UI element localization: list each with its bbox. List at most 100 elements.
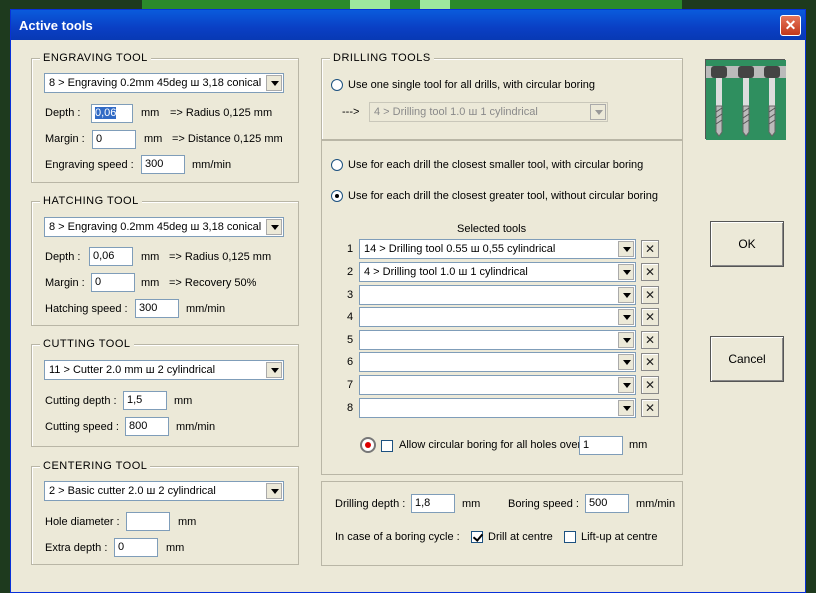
engraving-speed-input[interactable]: 300 [141,155,185,174]
chevron-down-icon[interactable] [618,332,634,348]
row-number: 8 [347,402,354,414]
drill-depth-label: Drilling depth : [335,498,406,510]
drill-depth-input[interactable]: 1,8 [411,494,455,513]
hatching-tool-select[interactable]: 8 > Engraving 0.2mm 45deg ш 3,18 conical [44,217,284,237]
centering-hole-label: Hole diameter : [45,516,120,528]
option-greater-tool-label[interactable]: Use for each drill the closest greater t… [348,190,658,202]
cutting-depth-unit: mm [174,395,193,407]
row-number: 3 [347,289,354,301]
cutting-speed-unit: mm/min [176,421,216,433]
selected-tool-select[interactable] [359,330,636,350]
drill-centre-checkbox[interactable] [471,531,483,543]
chevron-down-icon[interactable] [590,104,606,120]
hatching-speed-label: Hatching speed : [45,303,128,315]
hatching-tool-value: 8 > Engraving 0.2mm 45deg ш 3,18 conical [49,221,262,233]
remove-tool-button[interactable]: ✕ [641,286,659,304]
remove-tool-button[interactable]: ✕ [641,240,659,258]
centering-tool-value: 2 > Basic cutter 2.0 ш 2 cylindrical [49,485,216,497]
engraving-tool-select[interactable]: 8 > Engraving 0.2mm 45deg ш 3,18 conical [44,73,284,93]
engraving-margin-input[interactable]: 0 [92,130,136,149]
chevron-down-icon[interactable] [266,362,282,378]
liftup-centre-checkbox[interactable] [564,531,576,543]
centering-extra-unit: mm [166,542,185,554]
engraving-tool-group: ENGRAVING TOOL 8 > Engraving 0.2mm 45deg… [31,52,299,183]
boring-speed-label: Boring speed : [508,498,579,510]
hatching-depth-label: Depth : [45,251,81,263]
engraving-tool-value: 8 > Engraving 0.2mm 45deg ш 3,18 conical [49,77,262,89]
option-single-tool-label[interactable]: Use one single tool for all drills, with… [348,79,595,91]
centering-hole-input[interactable] [126,512,170,531]
remove-tool-button[interactable]: ✕ [641,399,659,417]
centering-tool-select[interactable]: 2 > Basic cutter 2.0 ш 2 cylindrical [44,481,284,501]
ok-button[interactable]: OK [710,221,784,267]
selected-tool-select[interactable] [359,398,636,418]
remove-tool-button[interactable]: ✕ [641,376,659,394]
remove-tool-button[interactable]: ✕ [641,263,659,281]
chevron-down-icon[interactable] [618,354,634,370]
cutting-speed-input[interactable]: 800 [125,417,169,436]
chevron-down-icon[interactable] [618,400,634,416]
chevron-down-icon[interactable] [266,483,282,499]
remove-tool-button[interactable]: ✕ [641,353,659,371]
chevron-down-icon[interactable] [618,241,634,257]
engraving-depth-info: => Radius 0,125 mm [170,107,273,119]
remove-tool-button[interactable]: ✕ [641,308,659,326]
selected-tool-select[interactable] [359,285,636,305]
chevron-down-icon[interactable] [618,377,634,393]
close-button[interactable]: ✕ [780,15,801,36]
boring-speed-input[interactable]: 500 [585,494,629,513]
hatching-depth-info: => Radius 0,125 mm [169,251,272,263]
row-number: 2 [347,266,354,278]
drill-bits-image [705,59,786,140]
radio-greater-tool[interactable] [331,190,343,202]
selected-tool-value: 14 > Drilling tool 0.55 ш 0,55 cylindric… [364,243,556,255]
selected-tool-select[interactable]: 14 > Drilling tool 0.55 ш 0,55 cylindric… [359,239,636,259]
allow-boring-checkbox[interactable] [381,440,393,452]
hatching-legend: HATCHING TOOL [40,195,142,207]
hatching-speed-input[interactable]: 300 [135,299,179,318]
title-bar[interactable]: Active tools ✕ [11,10,805,40]
cutting-depth-input[interactable]: 1,5 [123,391,167,410]
cutting-tool-value: 11 > Cutter 2.0 mm ш 2 cylindrical [49,364,216,376]
selected-tool-select[interactable] [359,307,636,327]
cutting-tool-group: CUTTING TOOL 11 > Cutter 2.0 mm ш 2 cyli… [31,338,299,447]
chevron-down-icon[interactable] [266,75,282,91]
engraving-depth-value: 0,06 [95,107,117,119]
selected-tool-select[interactable] [359,375,636,395]
liftup-centre-label[interactable]: Lift-up at centre [581,531,657,543]
remove-tool-button[interactable]: ✕ [641,331,659,349]
option-smaller-tool-label[interactable]: Use for each drill the closest smaller t… [348,159,643,171]
cutting-tool-select[interactable]: 11 > Cutter 2.0 mm ш 2 cylindrical [44,360,284,380]
chevron-down-icon[interactable] [618,287,634,303]
engraving-margin-info: => Distance 0,125 mm [172,133,283,145]
allow-boring-input[interactable]: 1 [579,436,623,455]
chevron-down-icon[interactable] [266,219,282,235]
single-tool-select[interactable]: 4 > Drilling tool 1.0 ш 1 cylindrical [369,102,608,122]
hatching-tool-group: HATCHING TOOL 8 > Engraving 0.2mm 45deg … [31,195,299,326]
engraving-depth-input[interactable]: 0,06 [91,104,133,123]
engraving-speed-label: Engraving speed : [45,159,134,171]
selected-tool-value: 4 > Drilling tool 1.0 ш 1 cylindrical [364,266,528,278]
engraving-depth-label: Depth : [45,107,81,119]
centering-extra-input[interactable]: 0 [114,538,158,557]
selected-tool-select[interactable]: 4 > Drilling tool 1.0 ш 1 cylindrical [359,262,636,282]
allow-boring-label[interactable]: Allow circular boring for all holes over [399,439,581,451]
hatching-depth-input[interactable]: 0,06 [89,247,133,266]
engraving-margin-label: Margin : [45,133,85,145]
engraving-depth-unit: mm [141,107,160,119]
cutting-depth-label: Cutting depth : [45,395,117,407]
single-tool-value: 4 > Drilling tool 1.0 ш 1 cylindrical [374,106,538,118]
cutting-legend: CUTTING TOOL [40,338,134,350]
selected-tools-title: Selected tools [457,223,527,235]
boring-cycle-label: In case of a boring cycle : [335,531,460,543]
radio-smaller-tool[interactable] [331,159,343,171]
hatching-margin-info: => Recovery 50% [169,277,257,289]
chevron-down-icon[interactable] [618,264,634,280]
radio-single-tool[interactable] [331,79,343,91]
selected-tool-select[interactable] [359,352,636,372]
drill-centre-label[interactable]: Drill at centre [488,531,553,543]
hatching-speed-unit: mm/min [186,303,226,315]
hatching-margin-input[interactable]: 0 [91,273,135,292]
chevron-down-icon[interactable] [618,309,634,325]
cancel-button[interactable]: Cancel [710,336,784,382]
